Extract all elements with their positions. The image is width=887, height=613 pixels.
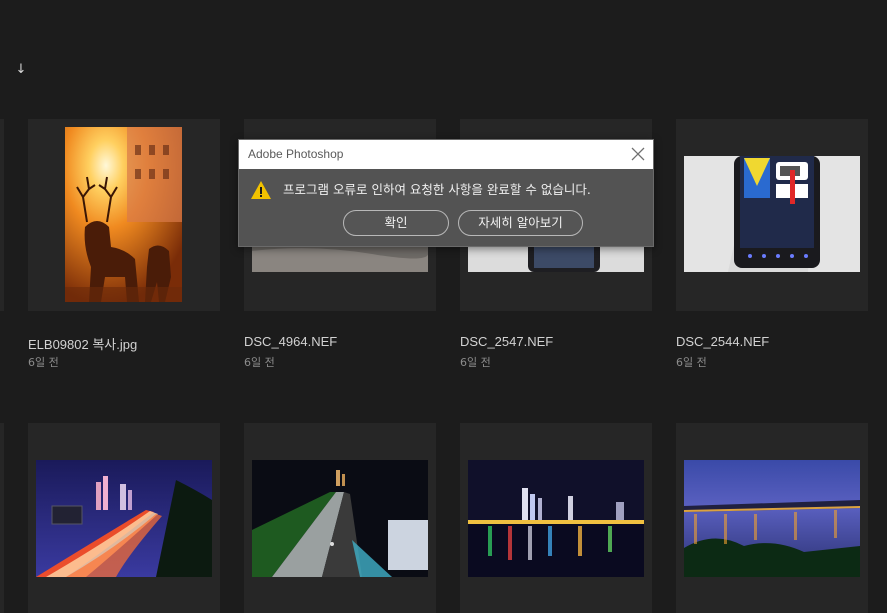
thumbnail-city-light-trails — [36, 460, 212, 577]
close-icon[interactable] — [629, 145, 647, 163]
file-name: ELB09802 복사.jpg — [28, 337, 138, 352]
file-name: DSC_4964.NEF — [244, 334, 338, 349]
error-dialog: Adobe Photoshop 프로그램 오류로 인하여 요청한 사항을 완료할… — [238, 139, 654, 247]
thumbnail-night-park-path — [252, 460, 428, 577]
file-card[interactable] — [28, 423, 220, 613]
file-card[interactable] — [244, 423, 436, 613]
file-card[interactable] — [676, 119, 868, 311]
file-card[interactable] — [460, 423, 652, 613]
thumbnail-phone-screen — [684, 156, 860, 272]
partial-card-left-top[interactable] — [0, 119, 4, 311]
thumbnail-bridge-dusk — [684, 460, 860, 577]
thumbnail-deer-sunset — [65, 127, 182, 302]
dialog-titlebar[interactable]: Adobe Photoshop — [239, 140, 653, 169]
file-date: 6일 전 — [460, 356, 491, 369]
file-date: 6일 전 — [676, 356, 707, 369]
file-name: DSC_2544.NEF — [676, 334, 770, 349]
file-name: DSC_2547.NEF — [460, 334, 554, 349]
warning-icon — [250, 180, 272, 200]
dialog-title: Adobe Photoshop — [248, 147, 344, 161]
thumbnail-river-bridge-city — [468, 460, 644, 577]
sort-arrow-icon[interactable]: ↓ — [14, 62, 28, 78]
file-card[interactable] — [28, 119, 220, 311]
file-date: 6일 전 — [28, 356, 59, 369]
learn-more-button[interactable]: 자세히 알아보기 — [458, 210, 583, 236]
ok-button[interactable]: 확인 — [343, 210, 449, 236]
dialog-message: 프로그램 오류로 인하여 요청한 사항을 완료할 수 없습니다. — [283, 182, 591, 197]
file-date: 6일 전 — [244, 356, 275, 369]
file-card[interactable] — [676, 423, 868, 613]
partial-card-left-bottom[interactable] — [0, 423, 4, 613]
